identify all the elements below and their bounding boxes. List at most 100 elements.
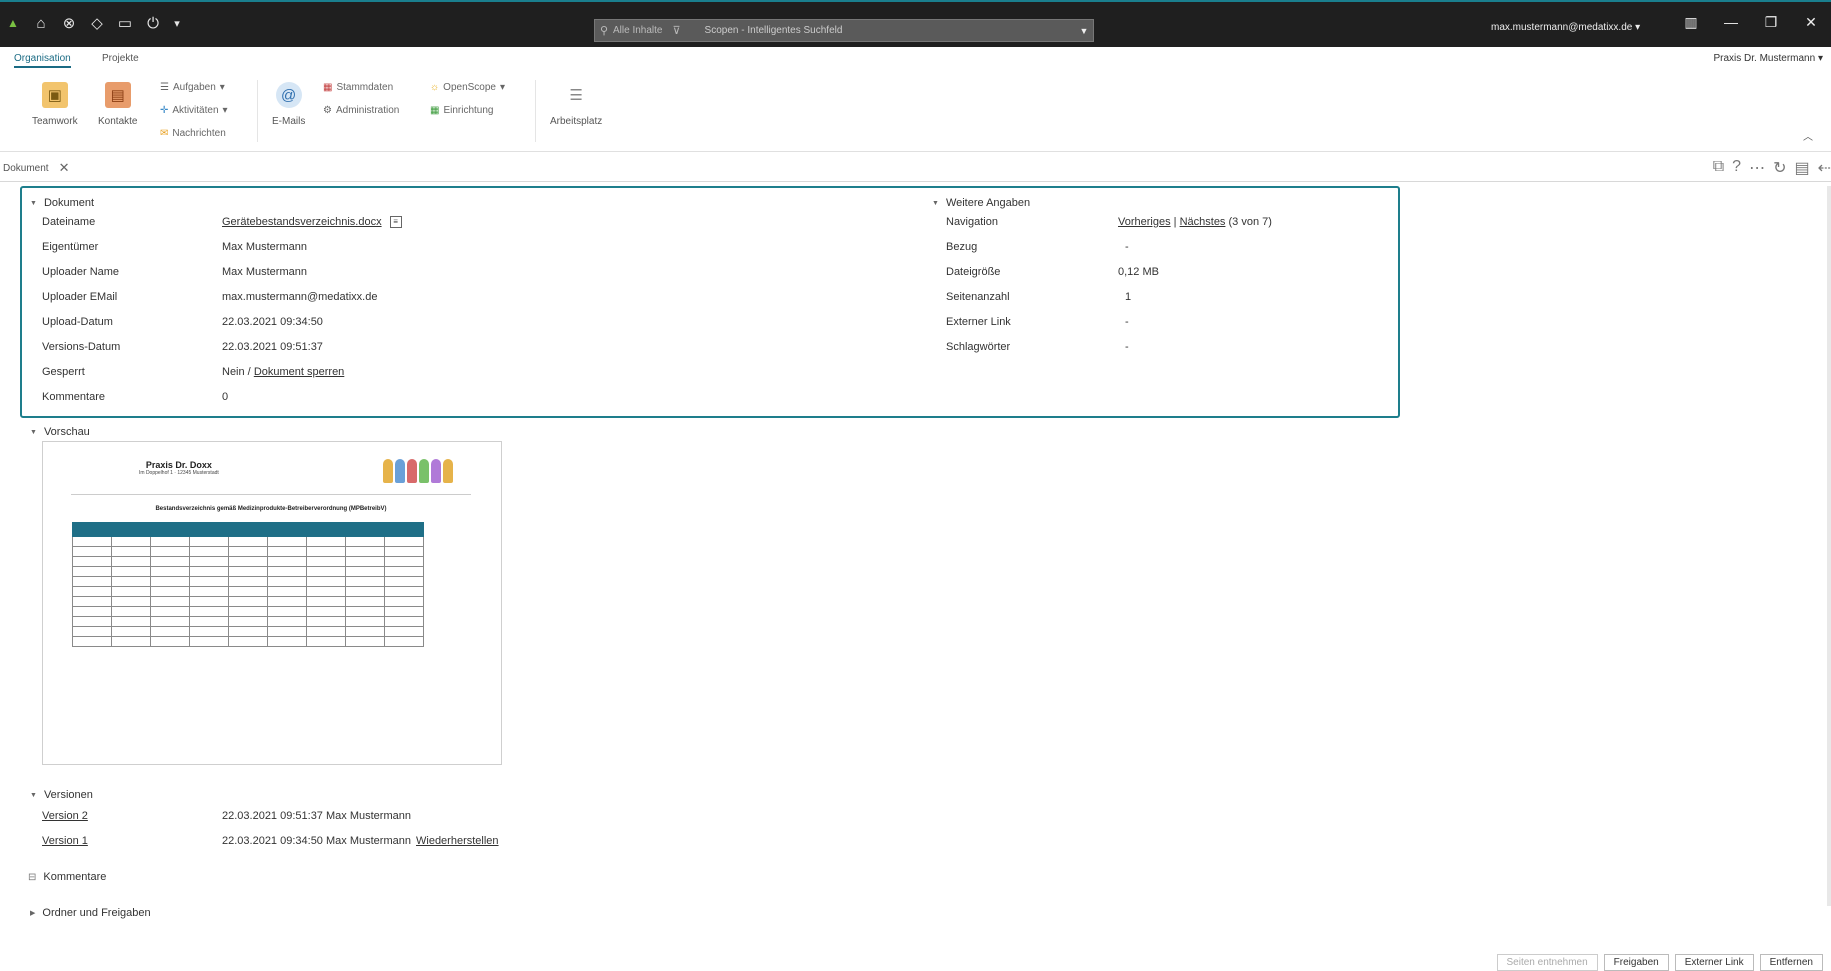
tab-organisation[interactable]: Organisation xyxy=(14,53,71,68)
value-schlagwoerter: - xyxy=(1125,341,1129,353)
help-icon[interactable]: ? xyxy=(1732,158,1741,178)
save-icon[interactable]: ▤ xyxy=(1794,158,1809,178)
home-icon[interactable]: ⌂ xyxy=(32,14,50,32)
section-vorschau[interactable]: ▼ Vorschau xyxy=(30,426,90,438)
entfernen-button[interactable]: Entfernen xyxy=(1759,954,1823,971)
preview-table-row xyxy=(72,576,424,587)
quick-access-toolbar: ▲ ⌂ ⊗ ◇ ▭ ⏻ ▾ xyxy=(4,14,182,33)
administration-button[interactable]: ⚙ Administration xyxy=(323,105,399,116)
emails-label: E-Mails xyxy=(272,116,306,127)
label-upload-datum: Upload-Datum xyxy=(42,316,113,328)
support-icon[interactable]: ⊗ xyxy=(60,14,78,32)
label-versions-datum: Versions-Datum xyxy=(42,341,121,353)
admin-icon: ⚙ xyxy=(323,105,332,116)
label-gesperrt: Gesperrt xyxy=(42,366,85,378)
emails-button[interactable]: @ E-Mails xyxy=(272,82,305,127)
search-dropdown-icon[interactable]: ▼ xyxy=(1075,26,1093,36)
copy-icon[interactable]: ⧉ xyxy=(1713,158,1724,178)
label-uploader-email: Uploader EMail xyxy=(42,291,118,303)
power-icon[interactable]: ⏻ xyxy=(144,14,162,32)
vorheriges-link[interactable]: Vorheriges xyxy=(1118,216,1171,228)
arbeitsplatz-button[interactable]: ☰ Arbeitsplatz xyxy=(550,82,602,127)
section-ordner-freigaben[interactable]: ▶ Ordner und Freigaben xyxy=(30,907,151,919)
section-dokument-title: Dokument xyxy=(43,197,95,209)
version-1-link[interactable]: Version 1 xyxy=(42,835,88,847)
section-weitere-angaben[interactable]: ▼ Weitere Angaben xyxy=(932,197,1030,209)
section-kommentare[interactable]: ⊟ Kommentare xyxy=(28,871,106,883)
section-versionen[interactable]: ▼ Versionen xyxy=(30,789,93,801)
figure-icon xyxy=(383,459,393,483)
label-externer-link: Externer Link xyxy=(946,316,1011,328)
practice-selector[interactable]: Praxis Dr. Mustermann ▾ xyxy=(1713,53,1823,64)
layout-icon[interactable]: ▥ xyxy=(1671,14,1711,31)
openscope-button[interactable]: ☼ OpenScope ▾ xyxy=(430,82,505,93)
aktivitaeten-button[interactable]: ✛ Aktivitäten ▾ xyxy=(160,105,228,116)
section-dokument[interactable]: ▼ Dokument xyxy=(30,197,94,209)
collapse-ribbon-icon[interactable]: ︿ xyxy=(1803,128,1813,143)
label-kommentare: Kommentare xyxy=(42,391,105,403)
einrichtung-button[interactable]: ▦ Einrichtung xyxy=(430,105,493,116)
value-dateiname: Gerätebestandsverzeichnis.docx ≡ xyxy=(222,216,402,229)
restore-icon[interactable]: ❐ xyxy=(1751,14,1791,31)
section-vorschau-title: Vorschau xyxy=(43,426,90,438)
kontakte-button[interactable]: ▤ Kontakte xyxy=(98,82,137,127)
einrichtung-label: Einrichtung xyxy=(443,105,494,116)
filter-icon[interactable]: ⊽ xyxy=(666,24,686,37)
navigation-separator: | xyxy=(1173,216,1177,228)
teamwork-button[interactable]: ▣ Teamwork xyxy=(32,82,78,127)
search-scope[interactable]: Alle Inhalte xyxy=(613,25,666,36)
filename-link[interactable]: Gerätebestandsverzeichnis.docx xyxy=(222,216,382,228)
aufgaben-button[interactable]: ☰ Aufgaben ▾ xyxy=(160,82,225,93)
figure-icon xyxy=(395,459,405,483)
aktivitaeten-label: Aktivitäten xyxy=(172,105,219,116)
label-schlagwoerter: Schlagwörter xyxy=(946,341,1011,353)
tag-icon[interactable]: ◇ xyxy=(88,14,106,32)
open-file-icon[interactable]: ≡ xyxy=(389,216,402,229)
wiederherstellen-link[interactable]: Wiederherstellen xyxy=(416,835,499,847)
label-seitenanzahl: Seitenanzahl xyxy=(946,291,1010,303)
aufgaben-label: Aufgaben xyxy=(172,82,216,93)
search-box[interactable]: ⚲ Alle Inhalte ⊽ Scopen - Intelligentes … xyxy=(594,19,1094,42)
preview-table-row xyxy=(72,626,424,637)
minimize-icon[interactable]: — xyxy=(1711,14,1751,31)
tab-dokument-label: Dokument xyxy=(3,162,49,174)
externer-link-button[interactable]: Externer Link xyxy=(1674,954,1754,971)
stammdaten-label: Stammdaten xyxy=(336,82,394,93)
user-email: max.mustermann@medatixx.de xyxy=(1491,22,1633,33)
section-weitere-title: Weitere Angaben xyxy=(945,197,1031,209)
refresh-icon[interactable]: ↻ xyxy=(1773,158,1786,178)
close-tab-icon[interactable]: ✕ xyxy=(59,160,70,176)
preview-table-header xyxy=(72,522,424,537)
version-2-link[interactable]: Version 2 xyxy=(42,810,88,822)
tasks-icon: ☰ xyxy=(160,82,169,93)
customize-toolbar-icon[interactable]: ▾ xyxy=(172,14,182,32)
naechstes-link[interactable]: Nächstes xyxy=(1180,216,1226,228)
ribbon-separator xyxy=(535,80,536,142)
nachrichten-button[interactable]: ✉ Nachrichten xyxy=(160,128,226,139)
preview-table-row xyxy=(72,546,424,557)
version-2-meta: 22.03.2021 09:51:37 Max Mustermann xyxy=(222,810,411,822)
navigation-count: (3 von 7) xyxy=(1228,216,1272,228)
vertical-scrollbar[interactable] xyxy=(1827,186,1831,906)
dokument-sperren-link[interactable]: Dokument sperren xyxy=(254,366,345,378)
contacts-icon: ▤ xyxy=(104,82,131,108)
freigaben-button[interactable]: Freigaben xyxy=(1603,954,1669,971)
search-input[interactable]: Scopen - Intelligentes Suchfeld xyxy=(687,25,1075,36)
user-menu[interactable]: max.mustermann@medatixx.de ▾ xyxy=(1491,22,1640,33)
preview-logo-figures xyxy=(383,459,453,483)
value-seitenanzahl: 1 xyxy=(1125,291,1132,303)
more-icon[interactable]: ⋯ xyxy=(1749,158,1765,178)
tab-projekte[interactable]: Projekte xyxy=(102,53,139,64)
tab-dokument[interactable]: Dokument ✕ xyxy=(3,160,69,176)
teamwork-icon: ▣ xyxy=(41,82,68,108)
close-icon[interactable]: ✕ xyxy=(1791,14,1831,31)
chat-icon[interactable]: ▭ xyxy=(116,14,134,32)
stammdaten-button[interactable]: ▦ Stammdaten xyxy=(323,82,393,93)
label-dateiname: Dateiname xyxy=(42,216,96,228)
seiten-entnehmen-button[interactable]: Seiten entnehmen xyxy=(1496,954,1598,971)
kontakte-label: Kontakte xyxy=(98,116,138,127)
preview-practice-name: Praxis Dr. Doxx xyxy=(145,460,212,470)
back-icon[interactable]: ⇠ xyxy=(1818,158,1831,178)
label-uploader-name: Uploader Name xyxy=(42,266,120,278)
document-preview[interactable]: Praxis Dr. Doxx Im Doppelhof 1 · 12345 M… xyxy=(42,441,502,765)
